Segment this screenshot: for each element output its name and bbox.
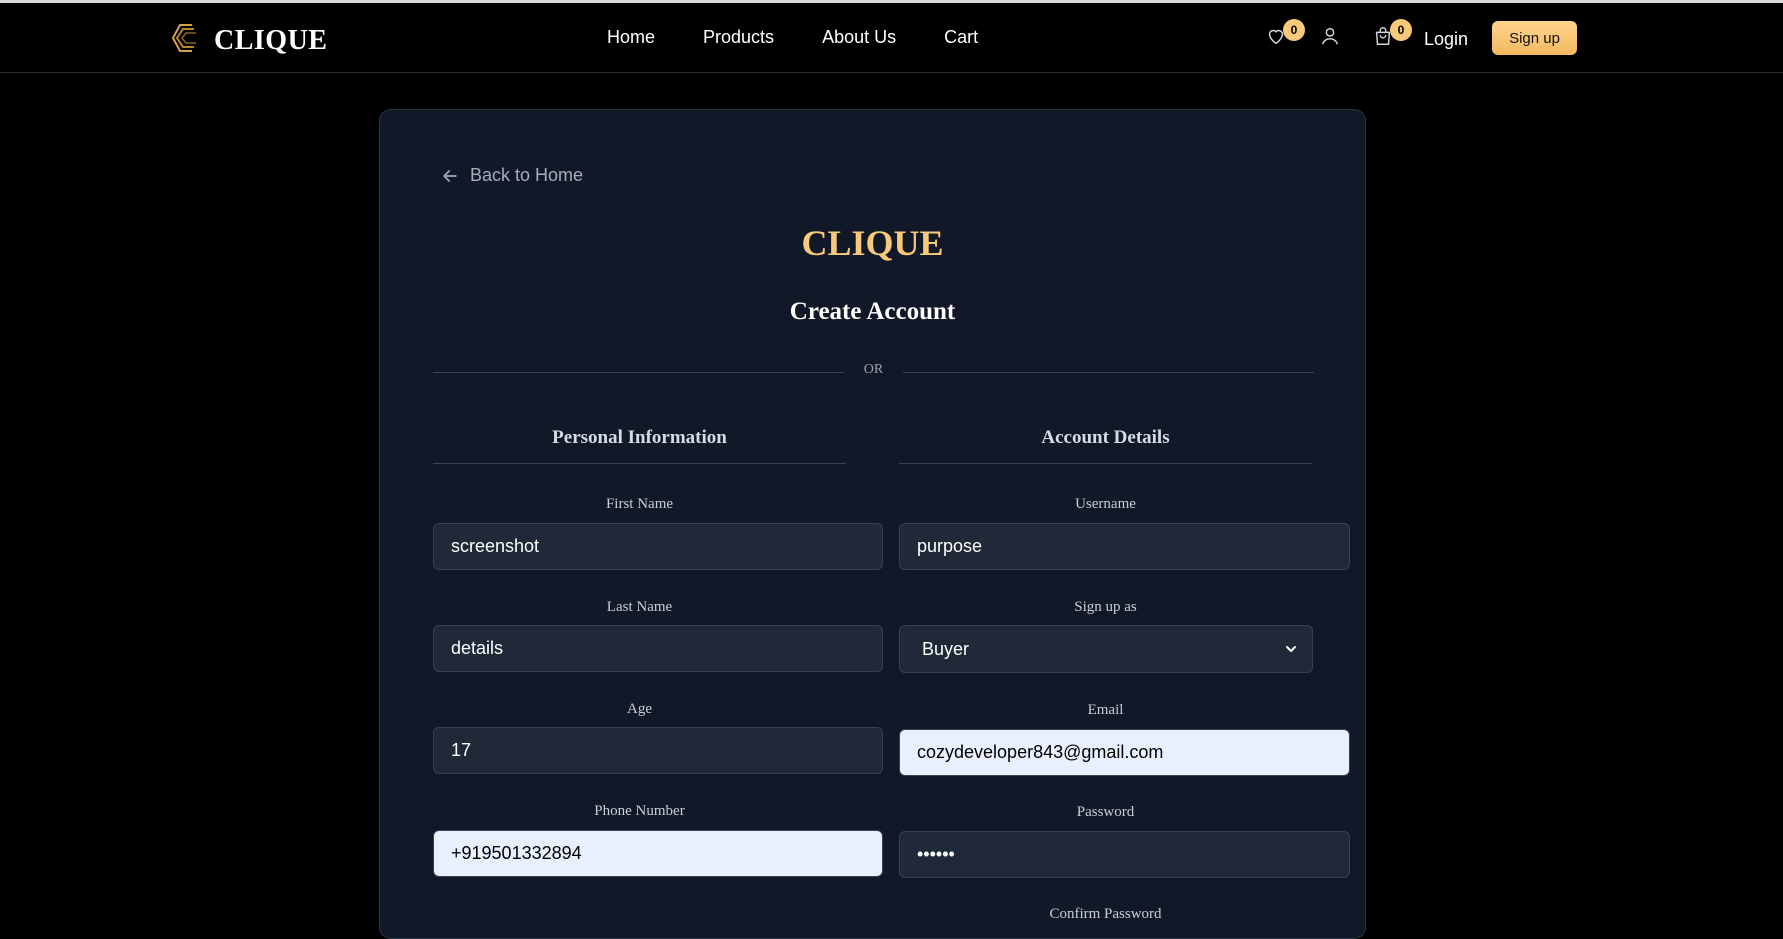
cart-count-badge: 0	[1390, 19, 1412, 41]
wishlist-button[interactable]: 0	[1265, 19, 1305, 51]
signup-as-value: Buyer	[922, 638, 970, 659]
nav-home-link[interactable]: Home	[607, 27, 655, 48]
or-label: OR	[863, 362, 884, 377]
login-link[interactable]: Login	[1424, 29, 1468, 50]
signup-as-select[interactable]: Buyer	[899, 625, 1313, 673]
signup-as-label: Sign up as	[1074, 599, 1137, 615]
account-button[interactable]	[1319, 25, 1345, 51]
signup-card: Back to Home CLIQUE Create Account OR Pe…	[379, 109, 1366, 939]
first-name-input[interactable]	[433, 523, 883, 570]
age-label: Age	[627, 701, 652, 717]
email-input[interactable]	[899, 729, 1350, 776]
brand-name: CLIQUE	[214, 24, 328, 56]
or-divider: OR	[433, 362, 1314, 382]
arrow-left-icon	[443, 169, 457, 182]
last-name-input[interactable]	[433, 625, 883, 672]
nav-about-us-link[interactable]: About Us	[822, 27, 896, 48]
back-to-home-label: Back to Home	[470, 165, 584, 185]
user-icon	[1321, 27, 1339, 45]
cart-button[interactable]: 0	[1372, 19, 1412, 51]
brand-logo-link[interactable]: CLIQUE	[170, 21, 327, 60]
personal-info-heading: Personal Information	[433, 427, 846, 464]
account-details-heading: Account Details	[899, 427, 1312, 464]
phone-number-label: Phone Number	[594, 803, 685, 819]
nav-products-link[interactable]: Products	[703, 27, 774, 48]
chevron-down-icon	[1286, 646, 1296, 652]
main-nav: Home Products About Us Cart	[607, 27, 1026, 48]
age-input[interactable]	[433, 727, 883, 774]
phone-number-input[interactable]	[433, 830, 883, 877]
page-title: Create Account	[789, 298, 956, 325]
navbar: CLIQUE Home Products About Us Cart 0 0 L…	[0, 3, 1783, 73]
username-input[interactable]	[899, 523, 1350, 570]
last-name-label: Last Name	[606, 599, 673, 615]
wishlist-count-badge: 0	[1283, 19, 1305, 41]
nav-cart-link[interactable]: Cart	[944, 27, 978, 48]
clique-logo-icon	[170, 21, 200, 60]
email-label: Email	[1087, 702, 1124, 718]
confirm-password-label: Confirm Password	[1049, 906, 1162, 922]
signup-button[interactable]: Sign up	[1492, 21, 1577, 55]
password-label: Password	[1076, 804, 1135, 820]
username-label: Username	[1075, 496, 1136, 512]
divider-line-right	[903, 372, 1314, 373]
back-to-home-link[interactable]: Back to Home	[440, 165, 583, 186]
first-name-label: First Name	[605, 496, 674, 512]
card-logo: CLIQUE	[801, 223, 944, 263]
password-input[interactable]	[899, 831, 1350, 878]
